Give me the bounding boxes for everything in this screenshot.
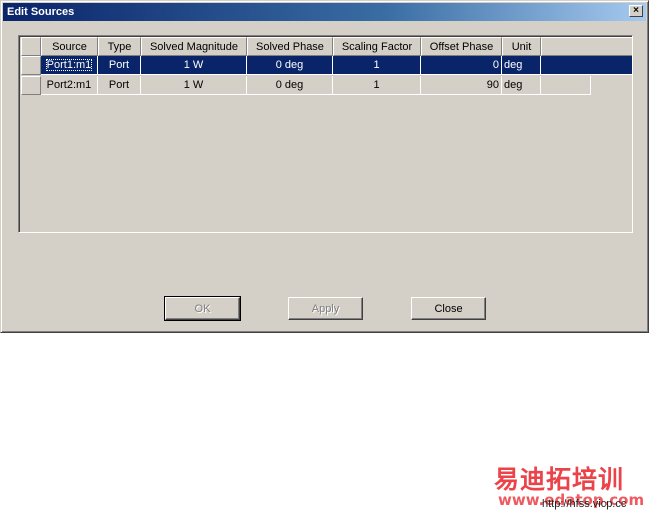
type-cell[interactable]: Port — [98, 76, 141, 95]
column-header-solved-magnitude[interactable]: Solved Magnitude — [141, 37, 247, 56]
solved-phase-cell[interactable]: 0 deg — [247, 56, 333, 75]
corner-header-cell[interactable] — [21, 37, 41, 56]
column-header-solved-phase[interactable]: Solved Phase — [247, 37, 333, 56]
row-header-cell[interactable] — [21, 76, 41, 95]
column-header-scaling-factor[interactable]: Scaling Factor — [333, 37, 421, 56]
unit-cell[interactable]: deg — [502, 56, 541, 75]
source-value: Port1:m1 — [45, 59, 93, 71]
scaling-factor-cell[interactable]: 1 — [333, 76, 421, 95]
sources-grid: Source Type Solved Magnitude Solved Phas… — [18, 35, 633, 233]
ok-button[interactable]: OK — [164, 296, 241, 321]
row-filler-cell — [541, 76, 591, 95]
edit-sources-dialog: Edit Sources × Source Type Solved Magnit… — [0, 0, 649, 333]
watermark-small-url: http://hfss.vicp.cc — [542, 498, 627, 510]
solved-magnitude-cell[interactable]: 1 W — [141, 56, 247, 75]
row-header-cell[interactable] — [21, 56, 41, 75]
unit-cell[interactable]: deg — [502, 76, 541, 95]
close-button[interactable]: Close — [411, 297, 486, 320]
apply-button[interactable]: Apply — [288, 297, 363, 320]
row-filler-cell — [541, 56, 632, 75]
table-row[interactable]: Port1:m1 Port 1 W 0 deg 1 0 deg — [21, 56, 632, 75]
offset-phase-cell[interactable]: 0 — [421, 56, 502, 75]
solved-magnitude-cell[interactable]: 1 W — [141, 76, 247, 95]
watermark-logo: 易迪拓培训 www.edatop.com http://hfss.vicp.cc — [494, 460, 644, 512]
grid-header-row: Source Type Solved Magnitude Solved Phas… — [21, 37, 632, 56]
column-header-source[interactable]: Source — [41, 37, 98, 56]
source-cell[interactable]: Port2:m1 — [41, 76, 98, 95]
offset-phase-cell[interactable]: 90 — [421, 76, 502, 95]
column-header-unit[interactable]: Unit — [502, 37, 541, 56]
column-header-filler — [541, 37, 632, 56]
column-header-type[interactable]: Type — [98, 37, 141, 56]
scaling-factor-cell[interactable]: 1 — [333, 56, 421, 75]
solved-phase-cell[interactable]: 0 deg — [247, 76, 333, 95]
table-row[interactable]: Port2:m1 Port 1 W 0 deg 1 90 deg — [21, 76, 591, 95]
type-cell[interactable]: Port — [98, 56, 141, 75]
column-header-offset-phase[interactable]: Offset Phase — [421, 37, 502, 56]
source-cell[interactable]: Port1:m1 — [41, 56, 98, 75]
title-bar[interactable]: Edit Sources × — [3, 3, 646, 21]
dialog-title: Edit Sources — [7, 6, 75, 18]
close-icon[interactable]: × — [629, 5, 643, 17]
